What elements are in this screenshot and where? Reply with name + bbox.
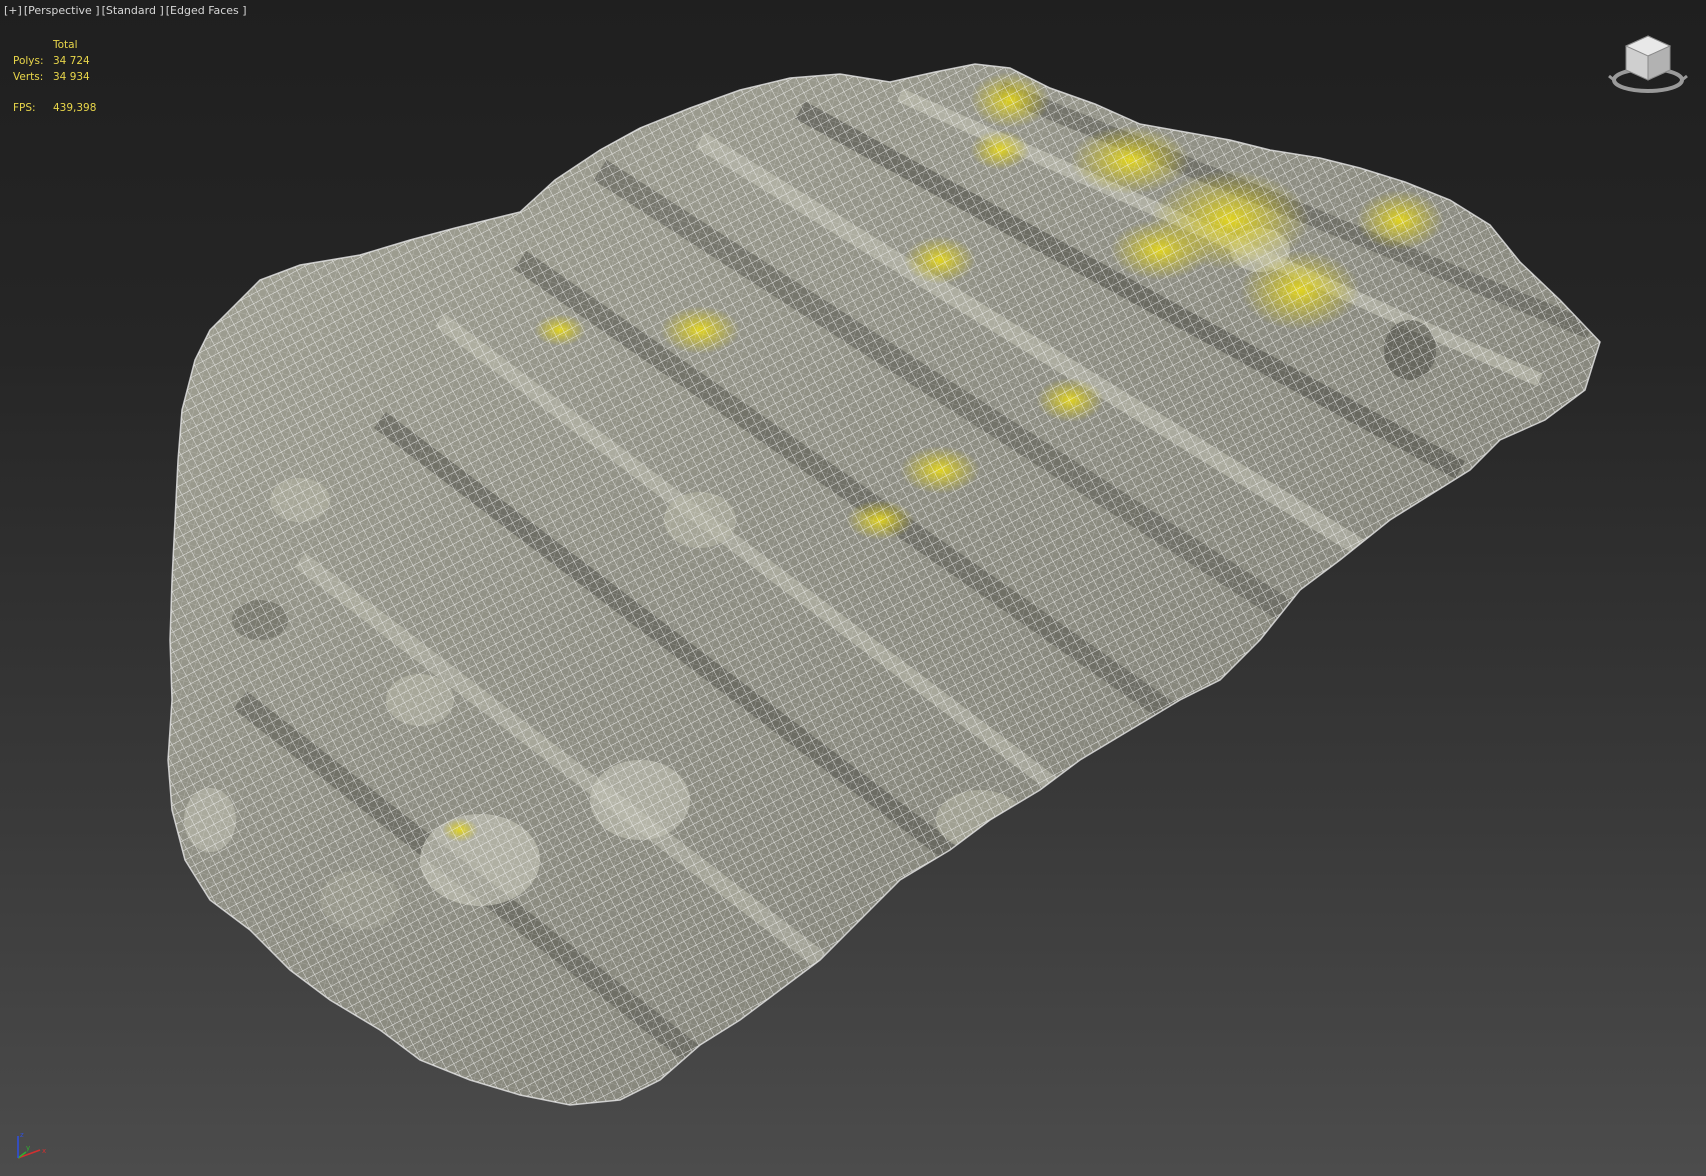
axis-tripod-icon: x y z (17, 1131, 46, 1159)
viewcube-icon[interactable] (1608, 30, 1688, 100)
rock-mesh-object[interactable] (0, 0, 1706, 1176)
svg-text:x: x (42, 1147, 46, 1155)
svg-text:z: z (20, 1131, 24, 1139)
rock-surface (168, 64, 1600, 1105)
svg-text:y: y (26, 1144, 30, 1152)
perspective-viewport[interactable]: [+] [Perspective ] [Standard ] [Edged Fa… (0, 0, 1706, 1176)
